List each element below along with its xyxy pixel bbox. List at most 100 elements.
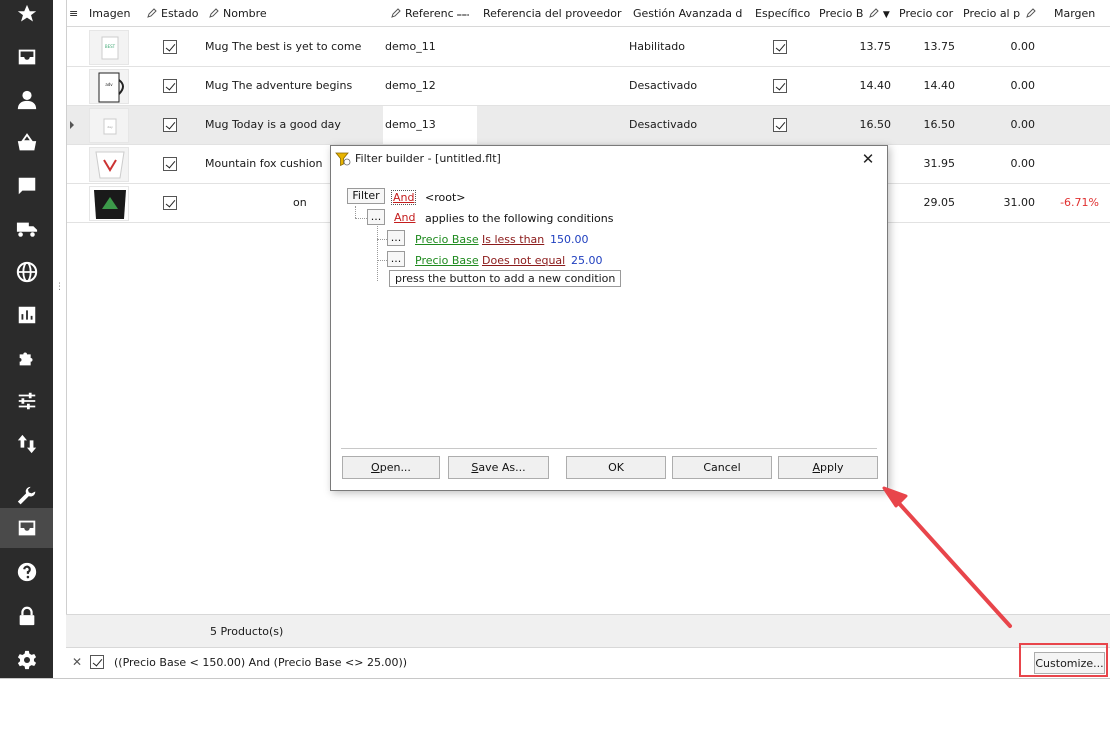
column-header-estado[interactable]: Estado [147,0,203,27]
column-header-margen[interactable]: Margen [1054,0,1104,27]
product-precio-al[interactable]: 0.00 [967,145,1036,183]
root-operator-link[interactable]: And [391,190,417,205]
product-name[interactable]: on [293,184,333,222]
product-precio-base[interactable]: 13.75 [817,28,892,66]
sidebar-item-international[interactable] [0,252,53,292]
product-precio-con[interactable]: 31.95 [887,145,956,183]
filter-expression[interactable]: ((Precio Base < 150.00) And (Precio Base… [114,656,407,669]
especifico-checkbox[interactable] [773,40,787,54]
sidebar-item-security[interactable] [0,596,53,636]
condition-operator-link[interactable]: Does not equal [482,254,565,267]
tree-line [355,206,356,218]
condition-menu-button[interactable]: ... [387,251,405,267]
column-header-label: Estado [161,7,199,20]
filter-root-button[interactable]: Filter [347,188,385,204]
product-reference[interactable]: demo_11 [385,28,465,66]
estado-checkbox[interactable] [163,118,177,132]
product-precio-con[interactable]: 16.50 [887,106,956,144]
sliders-icon [18,392,35,410]
product-precio-al[interactable]: 0.00 [967,28,1036,66]
product-name[interactable]: Mug Today is a good day [205,106,385,144]
filter-enabled-checkbox[interactable] [90,655,104,669]
sort-lines-icon: ⩶ [456,10,469,20]
sidebar-item-import-export[interactable] [0,424,53,464]
sidebar-item-help[interactable] [0,552,53,592]
product-precio-con[interactable]: 13.75 [887,28,956,66]
dialog-titlebar[interactable]: Filter builder - [untitled.flt] ✕ [331,146,887,172]
table-row[interactable]: day Mug Today is a good day demo_13 Desa… [67,106,1110,145]
column-header-precio-al[interactable]: Precio al p [963,0,1043,27]
pencil-icon [209,8,219,18]
condition-value[interactable]: 150.00 [550,233,589,246]
cancel-button[interactable]: Cancel [672,456,772,479]
group-operator-link[interactable]: And [394,211,415,224]
product-gestion[interactable]: Desactivado [629,106,739,144]
sidebar-item-customers[interactable] [0,80,53,120]
filter-active-icon[interactable]: ▼ [883,10,890,20]
column-header-precio-con[interactable]: Precio cor [899,0,955,27]
product-name[interactable]: Mug The adventure begins [205,67,385,105]
product-precio-base[interactable]: 14.40 [817,67,892,105]
product-precio-al[interactable]: 31.00 [967,184,1036,222]
product-precio-con[interactable]: 14.40 [887,67,956,105]
group-label: applies to the following conditions [425,212,614,225]
column-header-image[interactable]: Imagen [89,0,145,27]
ok-button[interactable]: OK [566,456,666,479]
estado-checkbox[interactable] [163,79,177,93]
product-reference[interactable]: demo_12 [385,67,465,105]
column-header-precio-base[interactable]: Precio B ▼ [819,0,891,27]
column-header-especifico[interactable]: Específico [755,0,813,27]
panel-splitter-handle[interactable]: ⋮ [55,283,64,299]
product-reference[interactable]: demo_13 [385,106,473,144]
estado-checkbox[interactable] [163,196,177,210]
product-name[interactable]: Mug The best is yet to come [205,28,385,66]
condition-menu-button[interactable]: ... [387,230,405,246]
product-gestion[interactable]: Desactivado [629,67,739,105]
sidebar-item-stats[interactable] [0,295,53,335]
table-row[interactable]: adv Mug The adventure begins demo_12 Des… [67,67,1110,106]
sidebar-item-modules[interactable] [0,338,53,378]
sidebar-item-configuration[interactable] [0,640,53,680]
condition-field-link[interactable]: Precio Base [415,233,479,246]
close-icon[interactable]: ✕ [859,150,877,168]
column-header-nombre[interactable]: Nombre [209,0,389,27]
product-precio-al[interactable]: 0.00 [967,67,1036,105]
estado-checkbox[interactable] [163,157,177,171]
especifico-checkbox[interactable] [773,79,787,93]
product-precio-al[interactable]: 0.00 [967,106,1036,144]
sidebar-item-catalog[interactable] [0,508,53,548]
sort-arrows-icon [17,434,36,454]
column-header-label: Referenc [405,7,454,20]
sidebar-item-messages[interactable] [0,166,53,206]
condition-value[interactable]: 25.00 [571,254,603,267]
sidebar-item-favorites[interactable] [0,0,53,34]
clear-filter-icon[interactable]: ✕ [72,655,82,669]
column-header-ref-proveedor[interactable]: Referencia del proveedor [483,0,623,27]
column-header-referencia[interactable]: Referenc ⩶ [391,0,469,27]
apply-button[interactable]: Apply [778,456,878,479]
sidebar-item-carts[interactable] [0,123,53,163]
bottom-area [0,678,1110,745]
add-condition-hint[interactable]: press the button to add a new condition [389,270,622,287]
estado-checkbox[interactable] [163,40,177,54]
condition-field-link[interactable]: Precio Base [415,254,479,267]
filter-panel: ✕ ((Precio Base < 150.00) And (Precio Ba… [66,647,1110,678]
product-margen[interactable]: -6.71% [1043,184,1099,222]
sidebar-item-shipping[interactable] [0,209,53,249]
group-menu-button[interactable]: ... [367,209,385,225]
product-precio-base[interactable]: 16.50 [817,106,892,144]
sidebar-item-orders[interactable] [0,37,53,77]
open-button[interactable]: Open... [342,456,440,479]
tree-line [377,226,378,281]
sidebar-item-settings[interactable] [0,381,53,421]
reference-edit-cell[interactable]: demo_13 [383,106,477,144]
table-row[interactable]: BEST Mug The best is yet to come demo_11… [67,28,1110,67]
column-header-gestion[interactable]: Gestión Avanzada de [633,0,743,27]
product-gestion[interactable]: Habilitado [629,28,739,66]
save-as-button[interactable]: Save As... [448,456,549,479]
especifico-checkbox[interactable] [773,118,787,132]
condition-operator-link[interactable]: Is less than [482,233,544,246]
column-menu-button[interactable]: ≡ [69,0,79,27]
product-precio-con[interactable]: 29.05 [887,184,956,222]
truck-icon [16,222,37,237]
